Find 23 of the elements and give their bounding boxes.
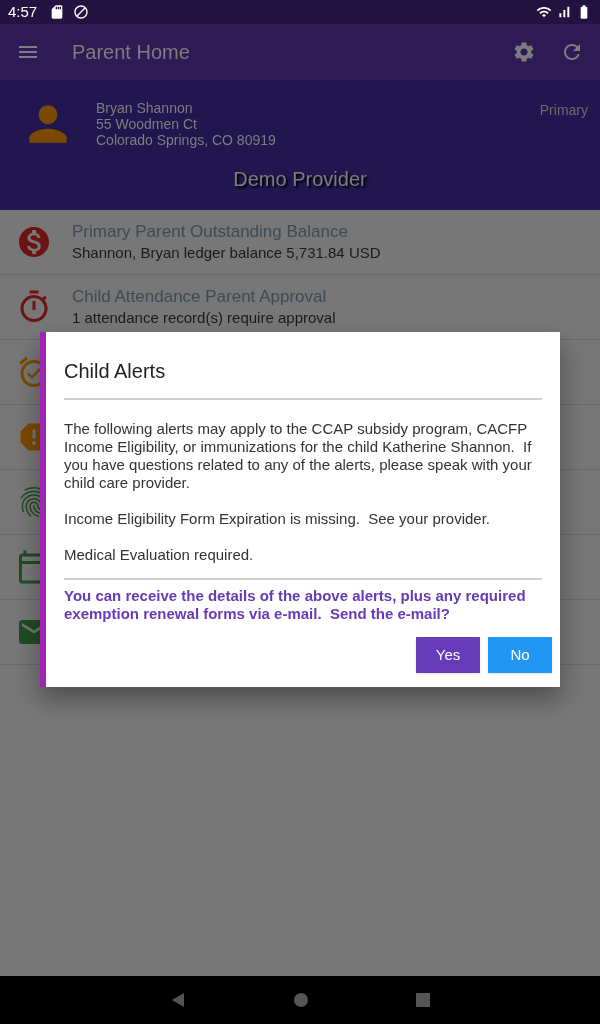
address-line: 55 Woodmen Ct [96,116,198,132]
wifi-icon [536,4,552,20]
dialog-title: Child Alerts [64,356,542,400]
signal-icon [556,4,572,20]
alert-text: The following alerts may apply to the CCAP subsidy program, CACFP Income Eligibility, or immunizations for the child Katherine Shannon. If you have questions related to any of the alerts, please speak with your child care provider. [64,420,533,492]
role-label: Primary [539,101,588,120]
alert-text: Income Eligibility Form Expiration is missing. See your provider. [64,510,491,528]
toolbar-title: Parent Home [72,40,190,65]
blocked-icon [73,4,90,20]
back-icon[interactable] [170,992,186,1008]
address-line: Colorado Springs, CO 80919 [96,132,276,148]
settings-icon[interactable] [512,40,536,64]
row-subtitle: 1 attendance record(s) require approval [72,308,336,328]
dialog-button[interactable]: Yes [416,637,480,673]
row-subtitle: Shannon, Bryan ledger balance 5,731.84 USD [72,243,381,263]
alert-text: Medical Evaluation required. [64,546,255,564]
row-title: Child Attendance Parent Approval [72,286,328,307]
status-time: 4:57 [8,1,38,22]
home-icon[interactable] [294,993,308,1007]
provider-name: Demo Provider [233,167,367,192]
row-title: Primary Parent Outstanding Balance [72,221,349,242]
email-prompt: You can receive the details of the above alerts, plus any required exemption renewal forms via e-mail. Send the e-mail? [64,587,527,623]
parent-name: Bryan Shannon [96,100,194,116]
